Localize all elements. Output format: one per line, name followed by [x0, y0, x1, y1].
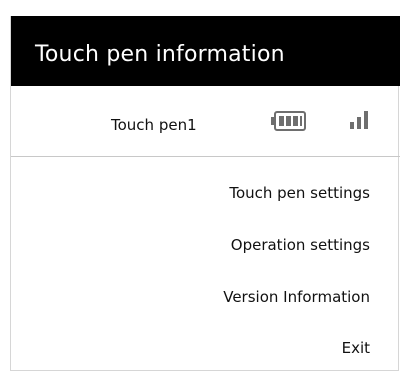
- title-bar: Touch pen information: [11, 16, 400, 86]
- pen-name-label: Touch pen1: [111, 116, 197, 134]
- exit-item[interactable]: Exit: [342, 339, 370, 357]
- pen-status-row: Touch pen1: [11, 86, 400, 156]
- touch-pen-info-panel: Touch pen information Touch pen1 Touch p…: [10, 16, 400, 371]
- battery-full-icon: [271, 111, 306, 131]
- touch-pen-settings-item[interactable]: Touch pen settings: [229, 184, 370, 202]
- operation-settings-item[interactable]: Operation settings: [231, 236, 370, 254]
- panel-title: Touch pen information: [35, 42, 285, 67]
- version-information-item[interactable]: Version Information: [223, 288, 370, 306]
- divider: [11, 156, 400, 157]
- signal-strength-icon: [350, 111, 368, 129]
